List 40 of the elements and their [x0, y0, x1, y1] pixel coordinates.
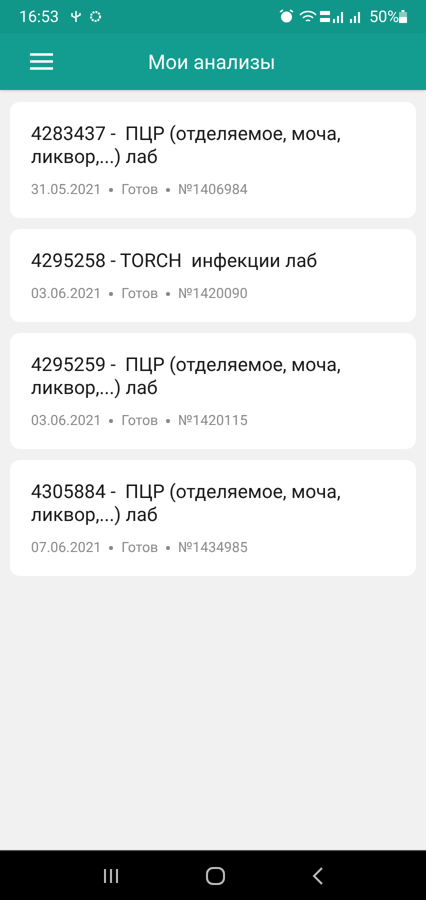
bullet-icon	[109, 419, 114, 423]
analysis-title: 4295259 - ПЦР (отделяемое, моча, ликвор,...) лаб	[31, 353, 342, 399]
bullet-icon	[166, 546, 170, 550]
bullet-icon	[166, 419, 170, 423]
home-icon[interactable]	[206, 866, 225, 884]
analysis-date: 03.06.2021	[31, 285, 102, 304]
gear-icon	[88, 10, 102, 23]
battery-level: 50%	[369, 6, 399, 28]
bullet-icon	[109, 546, 114, 550]
menu-icon[interactable]	[30, 53, 53, 70]
analysis-card[interactable]: 4305884 - ПЦР (отделяемое, моча, ликвор,...) лаб 07.06.2021 Готов №1434985	[10, 460, 416, 576]
screen-title: Мои анализы	[148, 48, 276, 76]
bullet-icon	[166, 188, 170, 192]
alarm-icon	[279, 9, 294, 24]
analysis-title: 4295258 - TORCH инфекции лаб	[31, 249, 318, 272]
order-number: №1420090	[178, 285, 248, 304]
analysis-title: 4283437 - ПЦР (отделяемое, моча, ликвор,...) лаб	[31, 122, 342, 168]
bullet-icon	[166, 292, 170, 296]
analysis-status: Готов	[121, 285, 158, 304]
bullet-icon	[109, 292, 114, 296]
wifi-icon	[299, 10, 318, 24]
analysis-date: 31.05.2021	[31, 181, 102, 200]
order-number: №1434985	[178, 539, 248, 558]
order-number: №1406984	[178, 181, 248, 200]
usb-icon	[70, 10, 81, 23]
analysis-date: 07.06.2021	[31, 539, 102, 558]
analysis-status: Готов	[121, 412, 158, 431]
bullet-icon	[109, 188, 114, 192]
status-time: 16:53	[19, 6, 59, 28]
recent-apps-icon[interactable]	[103, 868, 120, 884]
analysis-title: 4305884 - ПЦР (отделяемое, моча, ликвор,...) лаб	[31, 480, 342, 526]
order-number: №1420115	[178, 412, 248, 431]
battery-icon	[399, 10, 407, 23]
analysis-card[interactable]: 4283437 - ПЦР (отделяемое, моча, ликвор,...) лаб 31.05.2021 Готов №1406984	[10, 102, 416, 218]
analysis-status: Готов	[121, 539, 158, 558]
analysis-card[interactable]: 4295258 - TORCH инфекции лаб 03.06.2021 Готов №1420090	[10, 229, 416, 322]
back-icon[interactable]	[312, 866, 323, 884]
analysis-date: 03.06.2021	[31, 412, 102, 431]
analysis-status: Готов	[121, 181, 158, 200]
analysis-card[interactable]: 4295259 - ПЦР (отделяемое, моча, ликвор,...) лаб 03.06.2021 Готов №1420115	[10, 333, 416, 449]
